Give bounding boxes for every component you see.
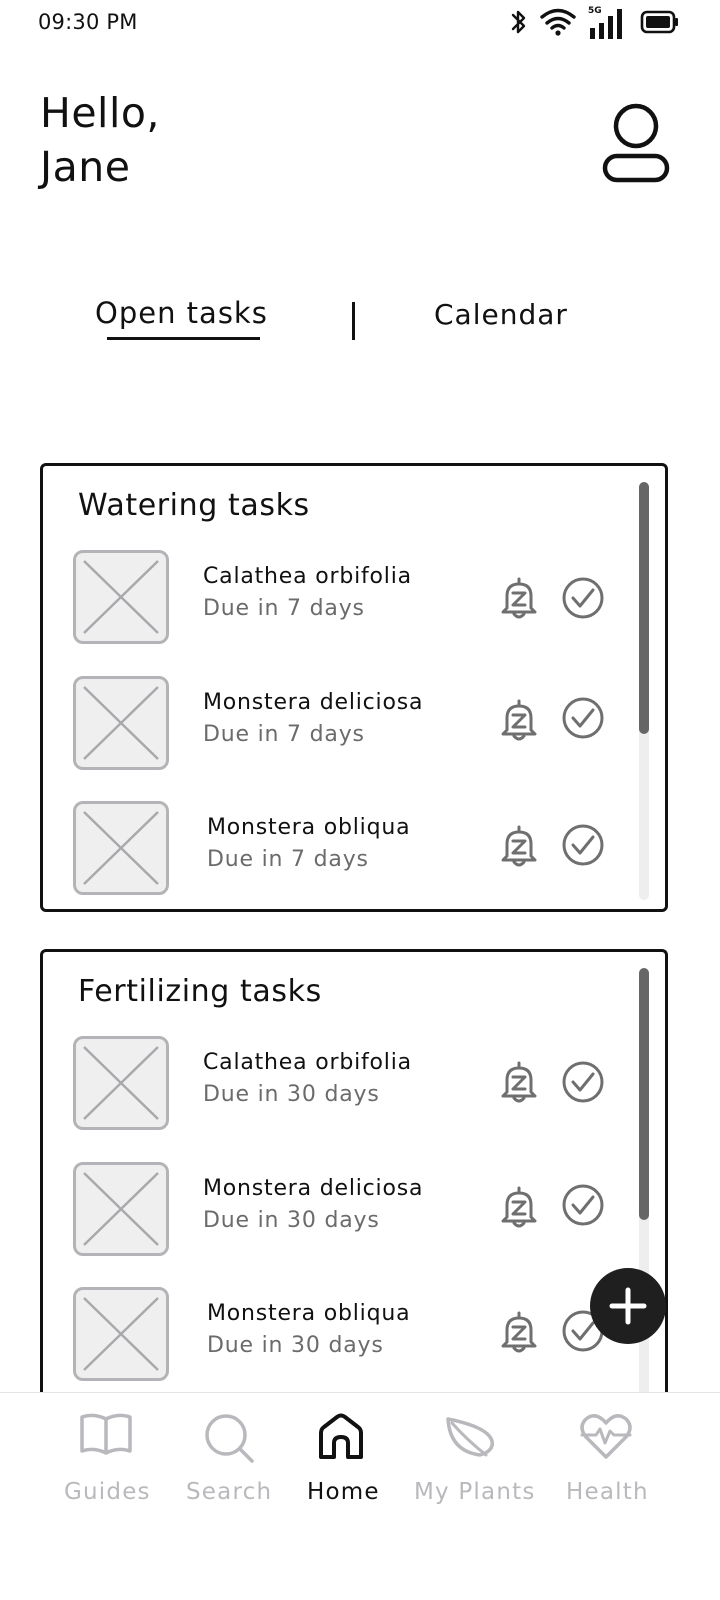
bluetooth-icon bbox=[510, 7, 528, 41]
scrollbar-thumb[interactable] bbox=[639, 482, 649, 734]
plant-image-placeholder bbox=[73, 550, 169, 644]
check-circle-icon bbox=[562, 697, 604, 739]
due-text: Due in 30 days bbox=[203, 1208, 380, 1233]
due-text: Due in 7 days bbox=[207, 847, 369, 872]
plant-name: Monstera obliqua bbox=[207, 815, 411, 840]
check-circle-icon bbox=[562, 577, 604, 619]
snooze-bell-icon bbox=[501, 577, 537, 619]
leaf-icon bbox=[446, 1417, 494, 1457]
task-row[interactable]: Monstera obliqua Due in 30 days bbox=[73, 1287, 633, 1383]
nav-label: Home bbox=[307, 1479, 380, 1505]
plant-name: Calathea orbifolia bbox=[203, 1050, 412, 1075]
user-icon bbox=[602, 103, 670, 183]
snooze-bell-icon bbox=[501, 699, 537, 741]
nav-item-my-plants[interactable]: My Plants bbox=[412, 1393, 534, 1523]
tab-open-tasks[interactable]: Open tasks bbox=[95, 296, 268, 340]
section-title: Fertilizing tasks bbox=[78, 974, 322, 1009]
task-row[interactable]: Monstera deliciosa Due in 7 days bbox=[73, 676, 633, 772]
due-text: Due in 30 days bbox=[207, 1333, 384, 1358]
status-bar: 09:30 PM 5G bbox=[0, 0, 720, 48]
complete-button[interactable] bbox=[561, 823, 605, 867]
due-text: Due in 7 days bbox=[203, 722, 365, 747]
scrollbar-thumb[interactable] bbox=[639, 968, 649, 1220]
complete-button[interactable] bbox=[561, 696, 605, 740]
search-icon bbox=[205, 1414, 254, 1463]
book-icon bbox=[80, 1413, 132, 1455]
task-row[interactable]: Calathea orbifolia Due in 30 days bbox=[73, 1036, 633, 1132]
tab-calendar[interactable]: Calendar bbox=[434, 298, 568, 331]
plant-name: Monstera deliciosa bbox=[203, 1176, 424, 1201]
nav-label: My Plants bbox=[414, 1479, 536, 1505]
snooze-bell-icon bbox=[501, 1311, 537, 1353]
greeting: Hello, Jane bbox=[40, 86, 160, 194]
snooze-button[interactable] bbox=[498, 824, 540, 868]
due-text: Due in 7 days bbox=[203, 596, 365, 621]
due-text: Due in 30 days bbox=[203, 1082, 380, 1107]
tab-open-tasks-label: Open tasks bbox=[95, 296, 268, 330]
bottom-nav: Guides Search Home My Plants Health bbox=[0, 1392, 720, 1600]
plant-image-placeholder bbox=[73, 1162, 169, 1256]
status-time: 09:30 PM bbox=[38, 10, 138, 34]
complete-button[interactable] bbox=[561, 1060, 605, 1104]
fertilizing-tasks-card[interactable]: Fertilizing tasks Calathea orbifolia Due… bbox=[40, 949, 668, 1395]
snooze-button[interactable] bbox=[498, 1185, 540, 1229]
home-icon bbox=[319, 1413, 363, 1459]
status-icons: 5G bbox=[510, 6, 680, 42]
plant-name: Calathea orbifolia bbox=[203, 564, 412, 589]
task-row[interactable]: Monstera obliqua Due in 7 days bbox=[73, 801, 633, 897]
plant-name: Monstera deliciosa bbox=[203, 690, 424, 715]
snooze-button[interactable] bbox=[498, 698, 540, 742]
plant-image-placeholder bbox=[73, 1287, 169, 1381]
wifi-icon bbox=[540, 7, 576, 41]
check-circle-icon bbox=[562, 1184, 604, 1226]
plant-name: Monstera obliqua bbox=[207, 1301, 411, 1326]
snooze-button[interactable] bbox=[498, 1060, 540, 1104]
snooze-bell-icon bbox=[501, 1186, 537, 1228]
nav-item-guides[interactable]: Guides bbox=[60, 1393, 160, 1523]
plant-image-placeholder bbox=[73, 801, 169, 895]
watering-tasks-card[interactable]: Watering tasks Calathea orbifolia Due in… bbox=[40, 463, 668, 912]
nav-label: Search bbox=[186, 1479, 273, 1505]
greeting-user-name: Jane bbox=[40, 143, 131, 191]
nav-label: Guides bbox=[64, 1479, 151, 1505]
active-tab-underline bbox=[107, 337, 260, 340]
heart-pulse-icon bbox=[580, 1414, 632, 1459]
nav-item-health[interactable]: Health bbox=[564, 1393, 654, 1523]
scrollbar[interactable] bbox=[639, 482, 649, 900]
plant-image-placeholder bbox=[73, 676, 169, 770]
task-row[interactable]: Calathea orbifolia Due in 7 days bbox=[73, 550, 633, 646]
check-circle-icon bbox=[562, 1061, 604, 1103]
plant-image-placeholder bbox=[73, 1036, 169, 1130]
profile-button[interactable] bbox=[602, 100, 670, 186]
plus-icon bbox=[609, 1287, 647, 1325]
complete-button[interactable] bbox=[561, 1183, 605, 1227]
snooze-bell-icon bbox=[501, 825, 537, 867]
tab-divider bbox=[352, 302, 355, 340]
snooze-button[interactable] bbox=[498, 576, 540, 620]
check-circle-icon bbox=[562, 824, 604, 866]
complete-button[interactable] bbox=[561, 576, 605, 620]
nav-label: Health bbox=[566, 1479, 649, 1505]
battery-icon bbox=[640, 9, 680, 39]
task-row[interactable]: Monstera deliciosa Due in 30 days bbox=[73, 1162, 633, 1258]
nav-item-home[interactable]: Home bbox=[305, 1393, 395, 1523]
cellular-signal-icon: 5G bbox=[588, 6, 628, 41]
section-title: Watering tasks bbox=[78, 488, 310, 523]
nav-item-search[interactable]: Search bbox=[184, 1393, 284, 1523]
snooze-bell-icon bbox=[501, 1061, 537, 1103]
greeting-line-hello: Hello, bbox=[40, 89, 160, 137]
tab-calendar-label: Calendar bbox=[434, 298, 568, 331]
add-task-button[interactable] bbox=[590, 1268, 666, 1344]
snooze-button[interactable] bbox=[498, 1310, 540, 1354]
